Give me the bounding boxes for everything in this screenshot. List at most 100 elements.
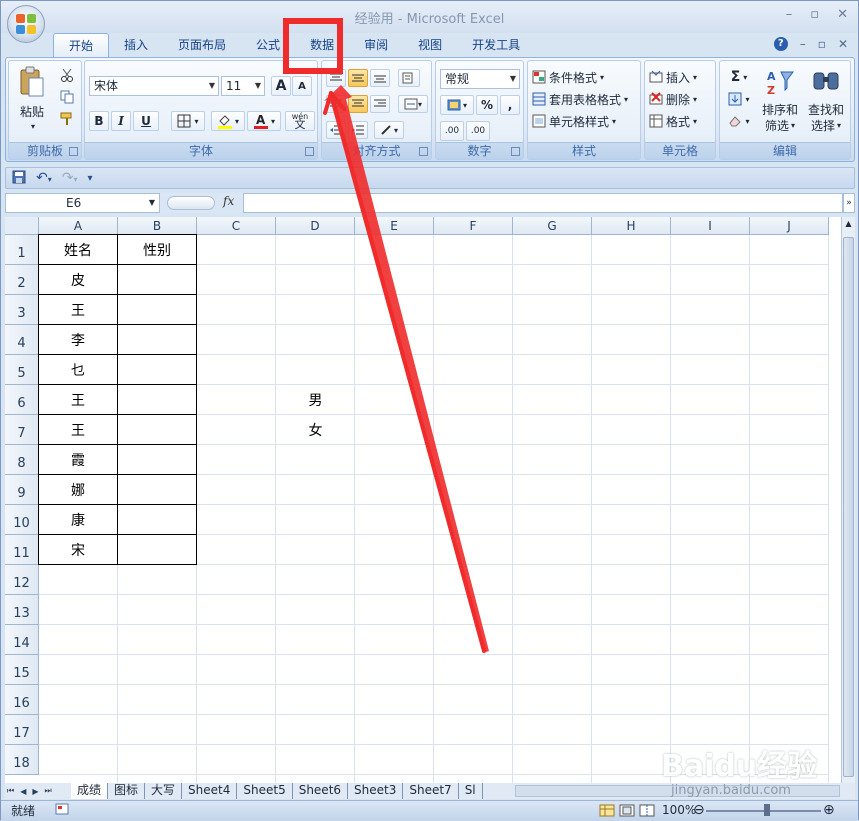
- help-icon[interactable]: ?: [773, 37, 788, 51]
- tab-view[interactable]: 视图: [403, 33, 457, 57]
- table-cell[interactable]: 宋: [39, 535, 118, 565]
- cell[interactable]: 男: [276, 385, 355, 415]
- number-launcher-icon[interactable]: [511, 147, 520, 156]
- table-cell[interactable]: [118, 265, 197, 295]
- minimize-button[interactable]: –: [786, 7, 793, 22]
- table-cell[interactable]: [118, 355, 197, 385]
- column-header[interactable]: H: [592, 217, 671, 235]
- zoom-in-icon[interactable]: ⊕: [823, 802, 835, 818]
- column-header[interactable]: A: [39, 217, 118, 235]
- fill-button[interactable]: ▾: [724, 89, 754, 109]
- row-header[interactable]: 10: [5, 505, 39, 535]
- paste-icon[interactable]: [17, 65, 47, 99]
- comma-button[interactable]: ,: [500, 95, 520, 115]
- accounting-format-icon[interactable]: ▾: [440, 95, 474, 115]
- vertical-scroll-thumb[interactable]: [843, 237, 854, 777]
- expand-formula-bar-icon[interactable]: »: [843, 193, 855, 213]
- next-sheet-icon[interactable]: ▶: [32, 787, 38, 796]
- column-header[interactable]: C: [197, 217, 276, 235]
- table-cell[interactable]: 霞: [39, 445, 118, 475]
- cut-icon[interactable]: [59, 67, 75, 83]
- row-header[interactable]: 18: [5, 745, 39, 775]
- table-cell[interactable]: [118, 385, 197, 415]
- autosum-button[interactable]: Σ ▾: [724, 67, 754, 87]
- formula-bar-resize-handle[interactable]: [167, 196, 215, 210]
- row-header[interactable]: 15: [5, 655, 39, 685]
- row-header[interactable]: 3: [5, 295, 39, 325]
- column-header[interactable]: B: [118, 217, 197, 235]
- grow-font-button[interactable]: A: [271, 76, 291, 96]
- zoom-out-icon[interactable]: ⊖: [693, 802, 705, 818]
- active-cell[interactable]: [355, 385, 434, 415]
- row-header[interactable]: 11: [5, 535, 39, 565]
- page-break-view-icon[interactable]: [639, 804, 655, 820]
- number-format-select[interactable]: 常规 ▼: [440, 69, 520, 89]
- percent-button[interactable]: %: [476, 95, 498, 115]
- row-header[interactable]: 6: [5, 385, 39, 415]
- table-cell[interactable]: 皮: [39, 265, 118, 295]
- last-sheet-icon[interactable]: ⏭: [45, 786, 52, 796]
- font-color-button[interactable]: A ▾: [247, 111, 281, 131]
- ribbon-minimize-icon[interactable]: –: [800, 37, 806, 51]
- align-center-icon[interactable]: [348, 95, 368, 113]
- zoom-slider-thumb[interactable]: [764, 804, 770, 816]
- column-header[interactable]: E: [355, 217, 434, 235]
- text-direction-icon[interactable]: ▾: [374, 121, 404, 139]
- maximize-button[interactable]: ▫: [810, 7, 819, 22]
- column-header[interactable]: D: [276, 217, 355, 235]
- row-header[interactable]: 2: [5, 265, 39, 295]
- cell[interactable]: 女: [276, 415, 355, 445]
- increase-indent-icon[interactable]: [348, 121, 368, 139]
- row-header[interactable]: 5: [5, 355, 39, 385]
- sheet-tab[interactable]: Sheet6: [293, 783, 349, 799]
- orientation-icon[interactable]: [398, 69, 420, 87]
- table-cell[interactable]: 李: [39, 325, 118, 355]
- underline-button[interactable]: U: [133, 111, 159, 131]
- row-header[interactable]: 13: [5, 595, 39, 625]
- italic-button[interactable]: I: [111, 111, 131, 131]
- format-as-table-button[interactable]: 套用表格格式 ▾: [532, 89, 642, 109]
- table-cell[interactable]: 康: [39, 505, 118, 535]
- row-header[interactable]: 7: [5, 415, 39, 445]
- table-cell[interactable]: [118, 295, 197, 325]
- table-cell[interactable]: [118, 325, 197, 355]
- column-header[interactable]: G: [513, 217, 592, 235]
- formula-input[interactable]: [243, 193, 843, 213]
- font-name-select[interactable]: 宋体 ▼: [89, 76, 219, 96]
- format-cells-button[interactable]: 格式 ▾: [649, 111, 713, 131]
- row-header[interactable]: 4: [5, 325, 39, 355]
- select-all-corner[interactable]: [5, 217, 39, 235]
- column-header[interactable]: J: [750, 217, 829, 235]
- align-middle-icon[interactable]: [348, 69, 368, 87]
- table-cell[interactable]: 性别: [118, 235, 197, 265]
- paste-dropdown-icon[interactable]: ▾: [23, 121, 43, 131]
- decrease-indent-icon[interactable]: [326, 121, 346, 139]
- sort-filter-label-2[interactable]: 筛选 ▾: [756, 117, 804, 133]
- find-select-label-2[interactable]: 选择 ▾: [802, 117, 850, 133]
- name-box[interactable]: E6 ▼: [5, 193, 160, 213]
- font-size-select[interactable]: 11 ▼: [221, 76, 265, 96]
- table-cell[interactable]: 王: [39, 295, 118, 325]
- sheet-tab[interactable]: 图标: [108, 783, 146, 799]
- copy-icon[interactable]: [59, 89, 75, 105]
- sheet-tab[interactable]: Sheet7: [403, 783, 459, 799]
- tab-developer[interactable]: 开发工具: [457, 33, 535, 57]
- close-button[interactable]: ✕: [837, 7, 848, 22]
- fill-color-button[interactable]: ▾: [211, 111, 245, 131]
- format-painter-icon[interactable]: [59, 111, 75, 127]
- row-header[interactable]: 12: [5, 565, 39, 595]
- alignment-launcher-icon[interactable]: [419, 147, 428, 156]
- row-header[interactable]: 1: [5, 235, 39, 265]
- undo-icon[interactable]: ↶▾: [36, 170, 52, 186]
- clear-button[interactable]: ▾: [724, 111, 754, 131]
- align-bottom-icon[interactable]: [370, 69, 390, 87]
- tab-home[interactable]: 开始: [53, 33, 110, 57]
- scroll-up-icon[interactable]: ▲: [843, 219, 854, 231]
- shrink-font-button[interactable]: A: [292, 76, 312, 96]
- table-cell[interactable]: [118, 535, 197, 565]
- table-cell[interactable]: 娜: [39, 475, 118, 505]
- table-cell[interactable]: [118, 475, 197, 505]
- align-left-icon[interactable]: [326, 95, 346, 113]
- row-header[interactable]: 8: [5, 445, 39, 475]
- table-cell[interactable]: 姓名: [39, 235, 118, 265]
